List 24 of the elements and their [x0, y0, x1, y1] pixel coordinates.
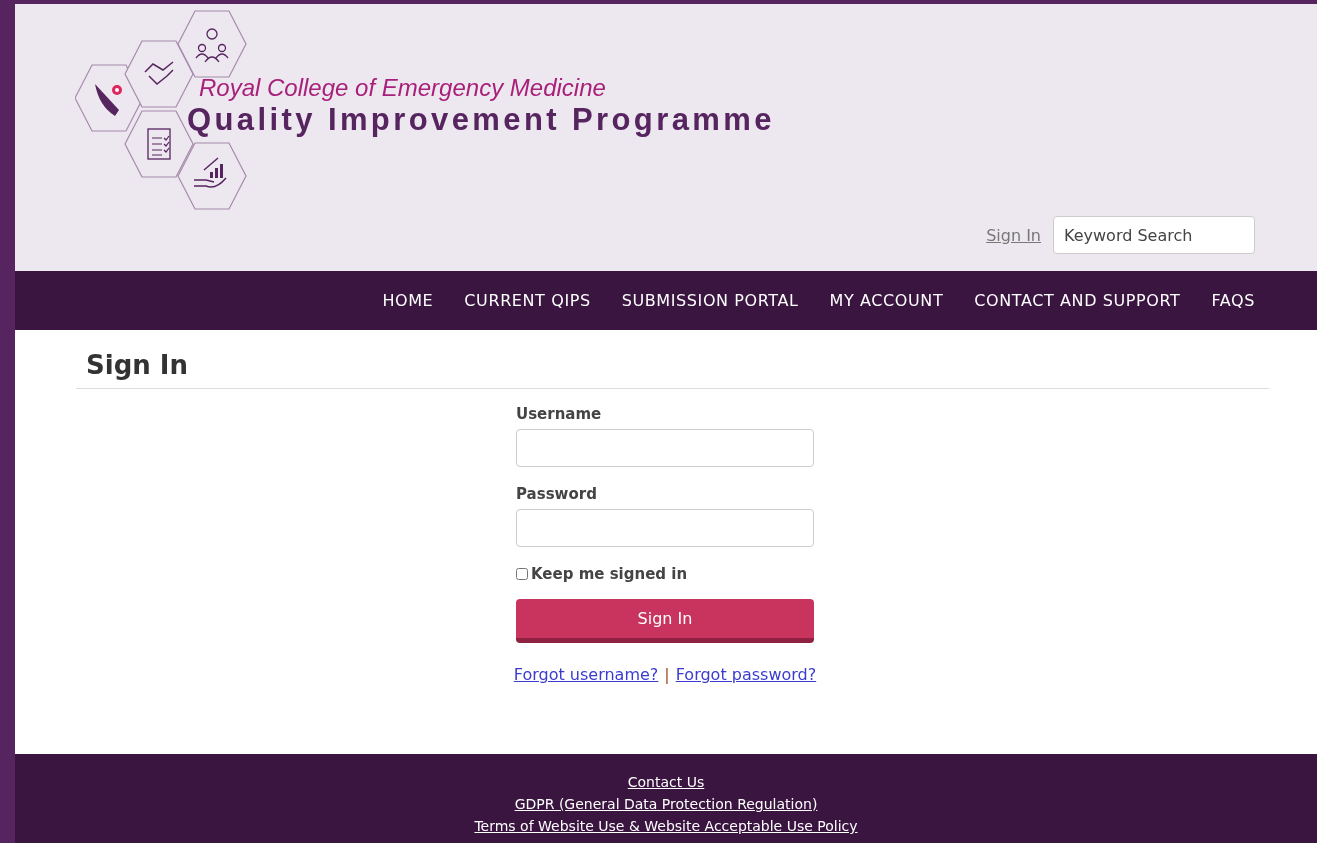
password-field[interactable] [516, 509, 814, 547]
sign-in-button[interactable]: Sign In [516, 599, 814, 643]
nav-link[interactable]: CURRENT QIPS [464, 291, 591, 310]
field-label: Username [516, 405, 603, 423]
sign-in-link[interactable]: Sign In [986, 225, 1041, 245]
nav-link[interactable]: FAQS [1211, 291, 1255, 310]
checkbox[interactable] [516, 568, 528, 580]
separator: | [664, 665, 670, 684]
nav-link[interactable]: MY ACCOUNT [829, 291, 944, 310]
field-label: Password [516, 485, 598, 503]
username-field[interactable] [516, 429, 814, 467]
forgot-password-link[interactable]: Forgot password? [675, 665, 817, 684]
footer-link[interactable]: Terms of Website Use & Website Acceptable Use Policy [474, 818, 858, 834]
nav-link[interactable]: HOME [382, 291, 434, 310]
checkbox-label: Keep me signed in [531, 565, 688, 583]
nav-link[interactable]: CONTACT AND SUPPORT [974, 291, 1181, 310]
nav-link[interactable]: SUBMISSION PORTAL [621, 291, 799, 310]
programme-title: Quality Improvement Programme [187, 102, 775, 138]
page-title: Sign In [76, 330, 1269, 389]
search-field[interactable]: Keyword Search [1053, 216, 1255, 254]
footer-link[interactable]: GDPR (General Data Protection Regulation) [514, 796, 818, 812]
organisation-name: Royal College of Emergency Medicine [199, 74, 607, 102]
footer-link[interactable]: Contact Us [627, 774, 705, 790]
forgot-username-link[interactable]: Forgot username? [513, 665, 659, 684]
